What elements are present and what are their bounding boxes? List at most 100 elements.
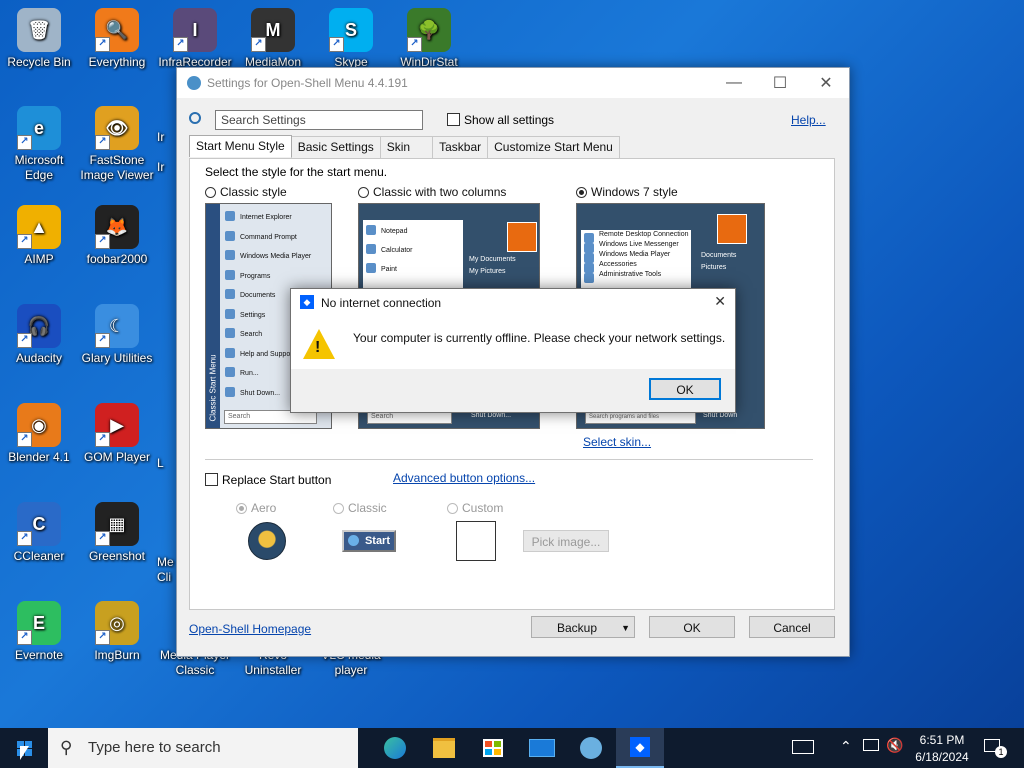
preview-right-item: My Documents <box>469 256 516 263</box>
shortcut-arrow-icon: ↗ <box>17 234 32 249</box>
volume-muted-icon[interactable]: 🔇 <box>886 737 903 754</box>
tab-customize-start-menu[interactable]: Customize Start Menu <box>487 136 620 158</box>
desktop-icon-greenshot[interactable]: ▦ ↗ Greenshot <box>79 502 155 564</box>
store-taskbar-button[interactable] <box>469 728 517 768</box>
help-link[interactable]: Help... <box>791 113 826 127</box>
dropbox-taskbar-button[interactable]: ◆ <box>616 728 664 768</box>
desktop-icon-label: Everything <box>88 55 146 69</box>
style-two-columns-radio[interactable]: Classic with two columns <box>358 185 506 199</box>
replace-start-button-checkbox[interactable]: Replace Start button <box>205 473 331 487</box>
store-icon <box>483 739 503 757</box>
desktop-icon-microsoft-edge[interactable]: e ↗ Microsoft Edge <box>1 106 77 183</box>
open-shell-taskbar-button[interactable] <box>567 728 615 768</box>
show-hidden-icons-chevron-icon[interactable]: ⌃ <box>840 738 852 755</box>
tab-basic-settings[interactable]: Basic Settings <box>290 136 381 158</box>
desktop-icon-recycle-bin[interactable]: 🗑 Recycle Bin <box>1 8 77 70</box>
desktop-icon-windirstat[interactable]: 🌳 ↗ WinDirStat <box>391 8 467 70</box>
style-classic-radio[interactable]: Classic style <box>205 185 287 199</box>
user-picture <box>717 214 747 244</box>
shortcut-arrow-icon: ↗ <box>95 630 110 645</box>
desktop-icon-evernote[interactable]: E ↗ Evernote <box>1 601 77 663</box>
close-button[interactable]: ✕ <box>803 73 849 93</box>
mail-taskbar-button[interactable] <box>518 728 566 768</box>
pick-image-button[interactable]: Pick image... <box>523 530 609 552</box>
radio-circle[interactable] <box>205 187 216 198</box>
tab-skin[interactable]: Skin <box>379 136 434 158</box>
app-icon: M ↗ <box>251 8 295 52</box>
partial-desktop-icon-label: Ir <box>157 130 165 144</box>
app-icon: 🎧 ↗ <box>17 304 61 348</box>
app-icon: C ↗ <box>17 502 61 546</box>
tab-start-menu-style[interactable]: Start Menu Style <box>189 135 292 157</box>
network-icon[interactable] <box>863 739 879 751</box>
desktop-icon-gom-player[interactable]: ▶ ↗ GOM Player <box>79 403 155 465</box>
desktop-icon-mediamon[interactable]: M ↗ MediaMon <box>235 8 311 70</box>
app-icon: 👁 ↗ <box>95 106 139 150</box>
user-picture <box>507 222 537 252</box>
desktop-icon-label: Microsoft Edge <box>14 153 64 182</box>
select-skin-link[interactable]: Select skin... <box>583 435 651 449</box>
radio-circle[interactable] <box>333 503 344 514</box>
partial-desktop-icon-label: Me Cli <box>157 555 174 584</box>
desktop-icon-aimp[interactable]: ▲ ↗ AIMP <box>1 205 77 267</box>
preview-menu-item: Command Prompt <box>222 228 328 248</box>
shortcut-arrow-icon: ↗ <box>95 432 110 447</box>
radio-circle[interactable] <box>236 503 247 514</box>
tab-taskbar[interactable]: Taskbar <box>432 136 489 158</box>
keyboard-icon[interactable] <box>792 740 814 754</box>
maximize-button[interactable]: ☐ <box>757 73 803 93</box>
chevron-down-icon: ▼ <box>621 623 630 633</box>
classic-start-label: Start <box>364 535 390 547</box>
clock[interactable]: 6:51 PM 6/18/2024 <box>912 733 972 764</box>
custom-button-image-box <box>456 521 496 561</box>
style-windows7-radio[interactable]: Windows 7 style <box>576 185 678 199</box>
desktop-icon-skype[interactable]: S ↗ Skype <box>313 8 389 70</box>
shortcut-arrow-icon: ↗ <box>17 630 32 645</box>
radio-circle[interactable] <box>358 187 369 198</box>
classic-start-button-preview: Start <box>342 530 396 552</box>
advanced-button-options-link[interactable]: Advanced button options... <box>393 471 535 485</box>
desktop-icon-infrarecorder[interactable]: I ↗ InfraRecorder <box>157 8 233 70</box>
open-shell-homepage-link[interactable]: Open-Shell Homepage <box>189 622 311 636</box>
search-settings-input[interactable]: Search Settings <box>215 110 423 130</box>
desktop-icon-everything[interactable]: 🔍 ↗ Everything <box>79 8 155 70</box>
shortcut-arrow-icon: ↗ <box>95 333 110 348</box>
app-icon: 🌳 ↗ <box>407 8 451 52</box>
radio-circle[interactable] <box>447 503 458 514</box>
desktop-icon-blender-4-1[interactable]: ◉ ↗ Blender 4.1 <box>1 403 77 465</box>
file-explorer-taskbar-button[interactable] <box>420 728 468 768</box>
taskbar-search-box[interactable]: ⚲ Type here to search <box>48 728 358 768</box>
desktop-icon-audacity[interactable]: 🎧 ↗ Audacity <box>1 304 77 366</box>
app-icon: E ↗ <box>17 601 61 645</box>
two-columns-shutdown: Shut Down... <box>471 412 512 419</box>
desktop-icon-faststone-image-viewer[interactable]: 👁 ↗ FastStone Image Viewer <box>79 106 155 183</box>
app-icon: I ↗ <box>173 8 217 52</box>
preview-menu-item: Programs <box>222 267 328 287</box>
dialog-close-icon[interactable]: ✕ <box>714 293 726 310</box>
preview-menu-item: Windows Media Player <box>581 250 691 263</box>
title-bar[interactable]: Settings for Open-Shell Menu 4.4.191 — ☐… <box>177 68 849 98</box>
cancel-button[interactable]: Cancel <box>749 616 835 638</box>
radio-circle[interactable] <box>576 187 587 198</box>
minimize-button[interactable]: — <box>711 74 757 92</box>
shortcut-arrow-icon: ↗ <box>173 37 188 52</box>
backup-button[interactable]: Backup ▼ <box>531 616 635 638</box>
preview-menu-item: Remote Desktop Connection <box>581 230 691 243</box>
desktop-icon-glary-utilities[interactable]: ☾ ↗ Glary Utilities <box>79 304 155 366</box>
ok-button[interactable]: OK <box>649 616 735 638</box>
checkbox-box[interactable] <box>447 113 460 126</box>
button-custom-radio[interactable]: Custom <box>447 501 503 515</box>
button-classic-radio[interactable]: Classic <box>333 501 387 515</box>
desktop-icon-ccleaner[interactable]: C ↗ CCleaner <box>1 502 77 564</box>
edge-taskbar-button[interactable] <box>371 728 419 768</box>
app-icon: ▶ ↗ <box>95 403 139 447</box>
button-aero-radio[interactable]: Aero <box>236 501 276 515</box>
desktop-icon-imgburn[interactable]: ◎ ↗ ImgBurn <box>79 601 155 663</box>
desktop-icon-foobar2000[interactable]: 🦊 ↗ foobar2000 <box>79 205 155 267</box>
preview-menu-item: Windows Live Messenger <box>581 240 691 253</box>
notifications-icon[interactable]: 1 <box>984 739 1007 758</box>
show-all-settings-checkbox[interactable]: Show all settings <box>447 113 554 127</box>
checkbox-box[interactable] <box>205 473 218 486</box>
style-windows7-label: Windows 7 style <box>591 185 678 199</box>
dialog-ok-button[interactable]: OK <box>649 378 721 400</box>
